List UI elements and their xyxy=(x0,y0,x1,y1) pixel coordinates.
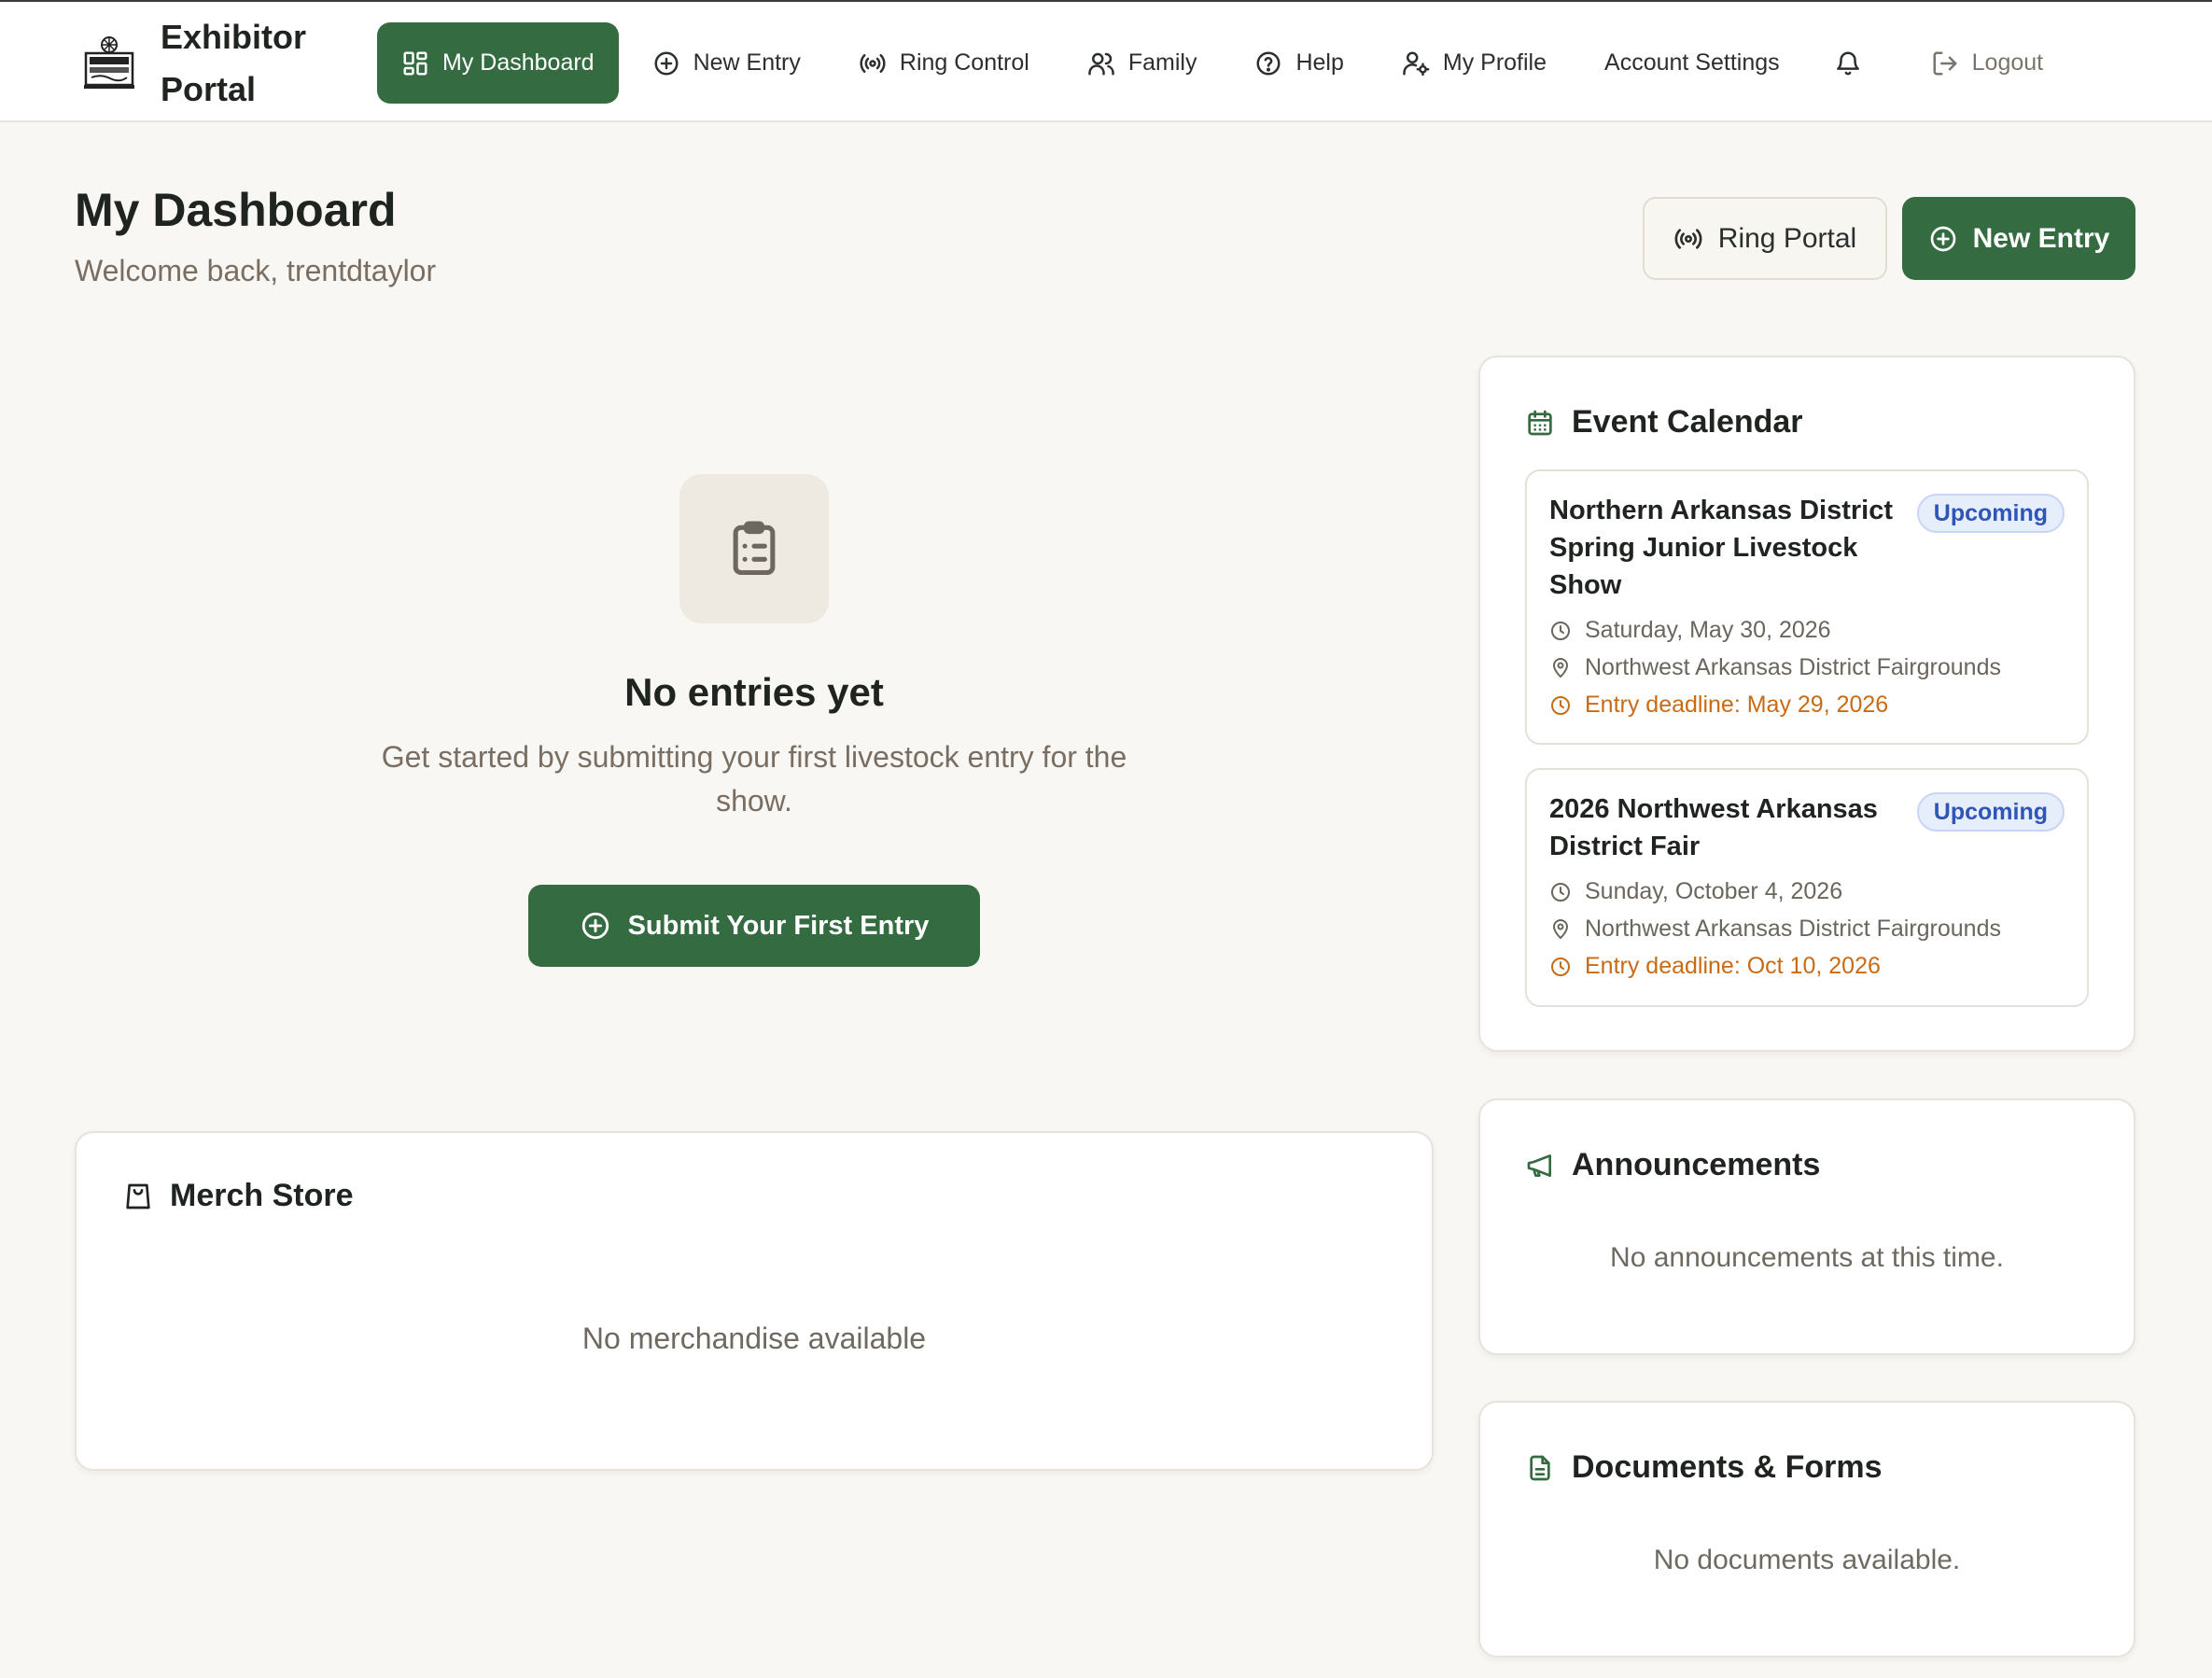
nav-label: Help xyxy=(1295,49,1344,76)
page-title: My Dashboard xyxy=(75,184,397,236)
event-date-text: Sunday, October 4, 2026 xyxy=(1585,878,1843,904)
status-badge: Upcoming xyxy=(1916,494,2065,533)
announcements-empty-message: No announcements at this time. xyxy=(1610,1242,2004,1273)
event-location: Northwest Arkansas District Fairgrounds xyxy=(1549,654,2001,681)
logout-label: Logout xyxy=(1971,49,2044,76)
shopping-bag-icon xyxy=(123,1182,153,1211)
megaphone-icon xyxy=(1525,1151,1555,1181)
new-entry-button[interactable]: New Entry xyxy=(1902,197,2135,280)
top-navigation: Exhibitor Portal My Dashboard New Entry xyxy=(0,0,2212,122)
nav-help[interactable]: Help xyxy=(1230,22,1367,104)
merch-store-card: Merch Store No merchandise available xyxy=(75,1131,1434,1471)
nav-label: My Profile xyxy=(1442,49,1547,76)
event-title: 2026 Northwest Arkansas District Fair xyxy=(1549,794,1878,861)
nav-my-dashboard[interactable]: My Dashboard xyxy=(377,22,619,104)
clipboard-icon xyxy=(679,474,829,623)
event-calendar-title: Event Calendar xyxy=(1572,404,1803,440)
event-calendar-header: Event Calendar xyxy=(1525,404,1803,440)
clock-icon xyxy=(1549,881,1572,903)
event-date: Sunday, October 4, 2026 xyxy=(1549,878,1842,905)
event-date: Saturday, May 30, 2026 xyxy=(1549,617,1831,644)
event-deadline-text: Entry deadline: Oct 10, 2026 xyxy=(1585,953,1881,979)
event-date-text: Saturday, May 30, 2026 xyxy=(1585,617,1831,643)
submit-first-entry-label: Submit Your First Entry xyxy=(627,910,930,941)
event-item[interactable]: 2026 Northwest Arkansas District Fair Up… xyxy=(1525,768,2089,1007)
brand-title: Exhibitor Portal xyxy=(161,18,307,108)
announcements-card: Announcements No announcements at this t… xyxy=(1478,1098,2135,1355)
plus-circle-icon xyxy=(580,910,611,942)
announcements-title: Announcements xyxy=(1572,1147,1821,1182)
nav-label: New Entry xyxy=(693,49,801,76)
status-badge: Upcoming xyxy=(1916,792,2065,832)
merch-store-title: Merch Store xyxy=(170,1178,354,1213)
empty-state-title: No entries yet xyxy=(624,670,884,714)
user-gear-icon xyxy=(1402,49,1430,77)
ring-portal-button[interactable]: Ring Portal xyxy=(1643,197,1887,280)
documents-forms-card: Documents & Forms No documents available… xyxy=(1478,1401,2135,1657)
welcome-message: Welcome back, trentdtaylor xyxy=(75,254,437,287)
nav-ring-control[interactable]: Ring Control xyxy=(834,22,1054,104)
nav-label: Family xyxy=(1127,49,1197,76)
fair-logo-icon xyxy=(82,35,136,92)
broadcast-icon xyxy=(859,49,887,77)
broadcast-icon xyxy=(1673,224,1703,254)
nav-list: My Dashboard New Entry Ring Control Fami… xyxy=(377,22,2077,104)
clock-icon xyxy=(1549,620,1572,642)
nav-label: Account Settings xyxy=(1604,49,1780,76)
nav-new-entry[interactable]: New Entry xyxy=(628,22,825,104)
clock-icon xyxy=(1549,694,1572,717)
submit-first-entry-button[interactable]: Submit Your First Entry xyxy=(528,885,980,967)
calendar-icon xyxy=(1525,408,1555,438)
event-location: Northwest Arkansas District Fairgrounds xyxy=(1549,916,2001,943)
event-title: Northern Arkansas District Spring Junior… xyxy=(1549,496,1893,600)
map-pin-icon xyxy=(1549,918,1572,941)
nav-my-profile[interactable]: My Profile xyxy=(1378,22,1571,104)
nav-label: My Dashboard xyxy=(442,49,595,76)
merch-empty-message: No merchandise available xyxy=(581,1321,927,1355)
question-circle-icon xyxy=(1254,49,1282,77)
logout-icon xyxy=(1931,49,1959,77)
map-pin-icon xyxy=(1549,657,1572,679)
plus-circle-icon xyxy=(1928,224,1958,254)
bell-icon xyxy=(1834,49,1862,77)
event-deadline-text: Entry deadline: May 29, 2026 xyxy=(1585,692,1889,718)
users-icon xyxy=(1087,49,1115,77)
documents-forms-title: Documents & Forms xyxy=(1572,1449,1883,1485)
new-entry-label: New Entry xyxy=(1972,222,2110,254)
nav-family[interactable]: Family xyxy=(1063,22,1222,104)
nav-account-settings[interactable]: Account Settings xyxy=(1580,22,1804,104)
event-deadline: Entry deadline: May 29, 2026 xyxy=(1549,692,1888,719)
event-calendar-card: Event Calendar Northern Arkansas Distric… xyxy=(1478,356,2135,1052)
notifications-button[interactable] xyxy=(1813,22,1883,104)
clock-icon xyxy=(1549,956,1572,978)
dashboard-grid-icon xyxy=(401,49,429,77)
empty-state-description: Get started by submitting your first liv… xyxy=(381,740,1127,818)
plus-circle-icon xyxy=(652,49,680,77)
documents-forms-header: Documents & Forms xyxy=(1525,1449,1883,1486)
logout-button[interactable]: Logout xyxy=(1907,22,2067,104)
documents-empty-message: No documents available. xyxy=(1653,1545,1961,1575)
merch-store-header: Merch Store xyxy=(123,1178,354,1214)
brand[interactable]: Exhibitor Portal xyxy=(82,18,329,108)
event-location-text: Northwest Arkansas District Fairgrounds xyxy=(1585,916,2001,942)
nav-label: Ring Control xyxy=(899,49,1029,76)
ring-portal-label: Ring Portal xyxy=(1717,222,1857,254)
event-location-text: Northwest Arkansas District Fairgrounds xyxy=(1585,654,2001,680)
document-icon xyxy=(1525,1453,1555,1483)
event-item[interactable]: Northern Arkansas District Spring Junior… xyxy=(1525,469,2089,745)
announcements-header: Announcements xyxy=(1525,1147,1820,1183)
event-deadline: Entry deadline: Oct 10, 2026 xyxy=(1549,953,1881,980)
